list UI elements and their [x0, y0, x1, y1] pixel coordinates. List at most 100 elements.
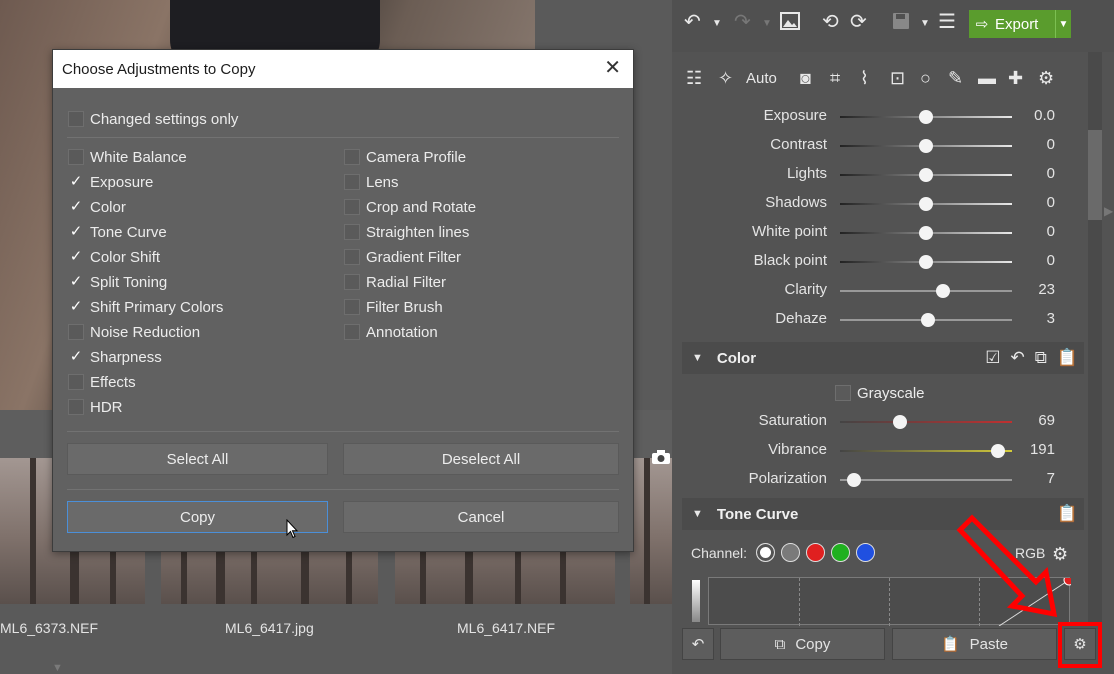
gear-icon[interactable]: ⚙	[1038, 68, 1054, 88]
redo-icon[interactable]: ↷	[734, 12, 751, 32]
channel-color-dot[interactable]	[756, 543, 775, 562]
save-icon[interactable]	[892, 12, 910, 34]
checkbox-box[interactable]	[68, 324, 84, 340]
slider-value[interactable]: 0	[1017, 194, 1055, 211]
close-icon[interactable]: ✕	[604, 58, 621, 78]
copy-settings-button[interactable]: ⧉ Copy	[720, 628, 885, 660]
undo-menu-chevron-icon[interactable]: ▼	[712, 14, 722, 34]
adjustment-checkbox[interactable]: HDR	[68, 397, 123, 417]
checkmark-icon[interactable]: ✓	[68, 349, 84, 365]
slider-knob[interactable]	[919, 110, 933, 124]
camera-profile-icon[interactable]: ◙	[800, 68, 811, 88]
auto-wand-icon[interactable]: ✧	[718, 68, 733, 88]
slider-knob[interactable]	[919, 139, 933, 153]
checkbox-box[interactable]	[344, 274, 360, 290]
cancel-button[interactable]: Cancel	[343, 501, 619, 533]
checkmark-icon[interactable]: ✓	[68, 174, 84, 190]
adjustment-checkbox[interactable]: ✓ Exposure	[68, 172, 154, 192]
paste-icon[interactable]: 📋	[1057, 348, 1078, 368]
adjustment-checkbox[interactable]: ✓ Sharpness	[68, 347, 162, 367]
adjustments-icon[interactable]: ☷	[686, 68, 702, 88]
eraser-icon[interactable]: ▬	[978, 68, 996, 88]
adjustment-checkbox[interactable]: ✓ Shift Primary Colors	[68, 297, 224, 317]
channel-color-dot[interactable]	[781, 543, 800, 562]
adjustment-checkbox[interactable]: ✓ Color Shift	[68, 247, 160, 267]
auto-button[interactable]: Auto	[746, 70, 777, 87]
slider-value[interactable]: 7	[1017, 470, 1055, 487]
grayscale-checkbox[interactable]: Grayscale	[835, 383, 925, 403]
checkbox-box[interactable]	[68, 149, 84, 165]
checkmark-icon[interactable]: ✓	[68, 299, 84, 315]
slider-knob[interactable]	[846, 473, 861, 487]
rotate-left-icon[interactable]: ⟲	[822, 12, 839, 32]
scrollbar-thumb[interactable]	[1088, 130, 1102, 220]
filmstrip-toggle-icon[interactable]: ▼	[52, 662, 63, 674]
checkbox-box[interactable]	[68, 374, 84, 390]
checkbox-box[interactable]	[344, 174, 360, 190]
crop-icon[interactable]: ⌗	[830, 68, 840, 88]
slider-knob[interactable]	[893, 415, 908, 429]
export-dropdown-icon[interactable]: ▼	[1055, 10, 1071, 38]
channel-color-dot[interactable]	[856, 543, 875, 562]
checkbox-box[interactable]	[344, 149, 360, 165]
slider-track[interactable]	[840, 421, 1012, 423]
adjustment-checkbox[interactable]: Radial Filter	[344, 272, 446, 292]
adjustment-checkbox[interactable]: ✓ Tone Curve	[68, 222, 167, 242]
slider-track[interactable]	[840, 290, 1012, 292]
image-icon[interactable]	[780, 12, 800, 34]
slider-knob[interactable]	[919, 197, 933, 211]
slider-knob[interactable]	[936, 284, 951, 298]
checkbox-box[interactable]	[835, 385, 851, 401]
adjustment-checkbox[interactable]: Lens	[344, 172, 399, 192]
collapse-triangle-icon[interactable]: ▼	[692, 352, 703, 364]
slider-value[interactable]: 0	[1017, 165, 1055, 182]
slider-value[interactable]: 0	[1017, 252, 1055, 269]
export-button[interactable]: ⇨ Export ▼	[969, 10, 1071, 38]
slider-value[interactable]: 0	[1017, 223, 1055, 240]
slider-knob[interactable]	[919, 255, 933, 269]
adjustment-checkbox[interactable]: Annotation	[344, 322, 438, 342]
adjustment-checkbox[interactable]: ✓ Color	[68, 197, 126, 217]
color-section-header[interactable]: ▼ Color ☑ ↶ ⧉ 📋	[682, 342, 1084, 374]
checkmark-icon[interactable]: ✓	[68, 274, 84, 290]
rotate-right-icon[interactable]: ⟳	[850, 12, 867, 32]
slider-value[interactable]: 191	[1017, 441, 1055, 458]
adjustment-checkbox[interactable]: Straighten lines	[344, 222, 469, 242]
paste-settings-button[interactable]: 📋 Paste	[892, 628, 1057, 660]
channel-color-dot[interactable]	[831, 543, 850, 562]
adjustment-checkbox[interactable]: Noise Reduction	[68, 322, 200, 342]
adjustment-checkbox[interactable]: White Balance	[68, 147, 187, 167]
checkbox-box[interactable]	[344, 199, 360, 215]
brush-icon[interactable]: ✎	[948, 68, 963, 88]
save-menu-chevron-icon[interactable]: ▼	[920, 14, 930, 34]
slider-knob[interactable]	[919, 168, 933, 182]
slider-knob[interactable]	[920, 313, 935, 327]
slider-value[interactable]: 0.0	[1017, 107, 1055, 124]
deselect-all-button[interactable]: Deselect All	[343, 443, 619, 475]
checkbox-box[interactable]	[68, 111, 84, 127]
select-all-button[interactable]: Select All	[67, 443, 328, 475]
checkbox-box[interactable]	[68, 399, 84, 415]
straighten-icon[interactable]: ⌇	[860, 68, 869, 88]
checkmark-icon[interactable]: ✓	[68, 199, 84, 215]
undo-icon[interactable]: ↶	[684, 12, 701, 32]
panel-collapse-icon[interactable]: ▶	[1104, 204, 1113, 218]
channel-color-dot[interactable]	[806, 543, 825, 562]
adjustment-checkbox[interactable]: Effects	[68, 372, 136, 392]
checkbox-box[interactable]	[344, 249, 360, 265]
checkmark-icon[interactable]: ✓	[68, 224, 84, 240]
copy-icon[interactable]: ⧉	[1035, 348, 1047, 368]
slider-value[interactable]: 69	[1017, 412, 1055, 429]
adjustment-checkbox[interactable]: Gradient Filter	[344, 247, 461, 267]
checkbox-box[interactable]	[344, 224, 360, 240]
bandage-icon[interactable]: ✚	[1008, 68, 1023, 88]
enable-checkbox-icon[interactable]: ☑	[985, 348, 1000, 368]
collapse-triangle-icon[interactable]: ▼	[692, 508, 703, 520]
slider-track[interactable]	[840, 450, 1012, 452]
gradient-icon[interactable]: ⊡	[890, 68, 905, 88]
reset-icon[interactable]: ↶	[1010, 348, 1024, 368]
checkbox-box[interactable]	[344, 324, 360, 340]
adjustment-checkbox[interactable]: Filter Brush	[344, 297, 443, 317]
slider-knob[interactable]	[919, 226, 933, 240]
slider-track[interactable]	[840, 479, 1012, 481]
